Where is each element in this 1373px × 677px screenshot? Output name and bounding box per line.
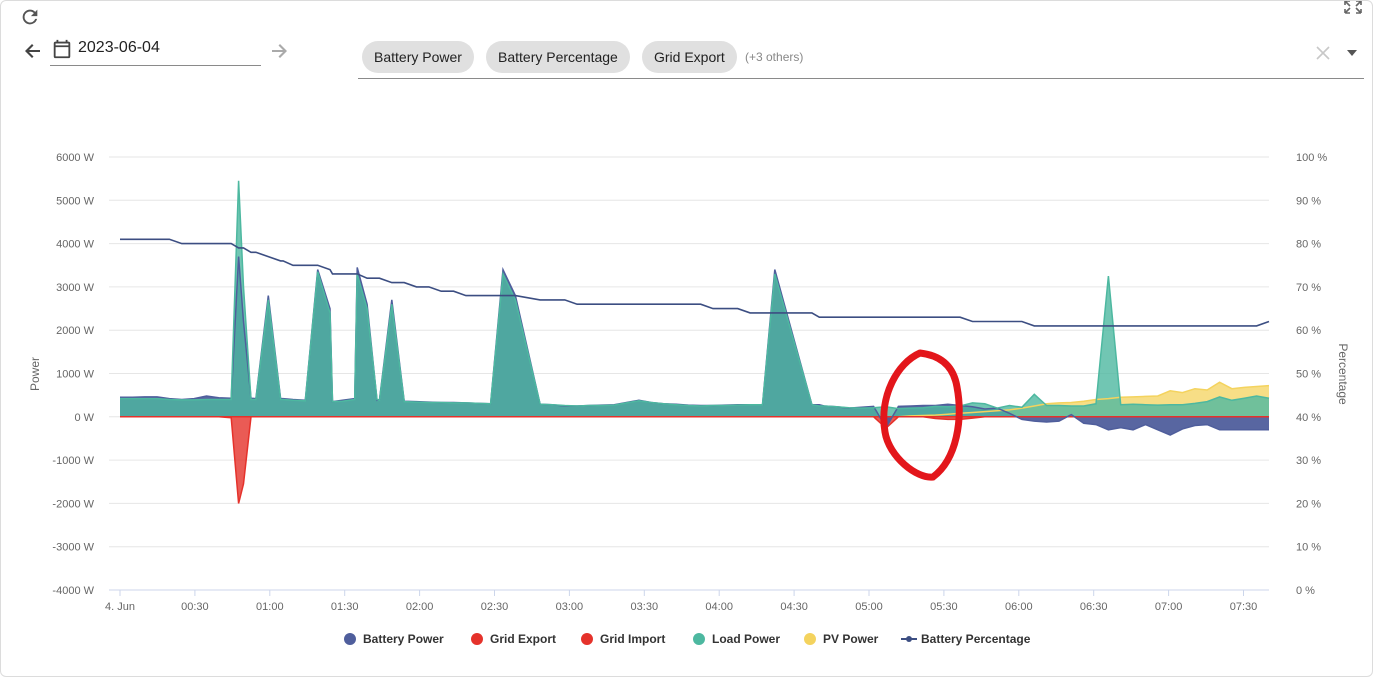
x-tick-label: 07:00 (1155, 601, 1183, 613)
legend-item-pv-power: PV Power (804, 632, 879, 646)
y-tick-label: 6000 W (56, 152, 95, 164)
legend-dot-marker (804, 633, 816, 645)
x-tick-label: 05:00 (855, 601, 883, 613)
x-tick-label: 02:00 (406, 601, 434, 613)
x-tick-label: 02:30 (481, 601, 509, 613)
x-tick-label: 05:30 (930, 601, 958, 613)
y2-tick-label: 80 % (1296, 239, 1321, 251)
y2-tick-label: 60 % (1296, 325, 1321, 337)
annotation-circle (880, 349, 963, 481)
grid-lines (109, 156, 1269, 591)
x-tick-label: 06:30 (1080, 601, 1108, 613)
y-tick-label: -4000 W (52, 585, 94, 597)
x-tick-label: 04:30 (780, 601, 808, 613)
y-tick-label: 5000 W (56, 195, 95, 207)
x-tick-label: 01:00 (256, 601, 284, 613)
y-tick-label: 1000 W (56, 369, 95, 381)
y2-tick-label: 40 % (1296, 412, 1321, 424)
line-battery-percentage (120, 238, 1270, 327)
line-series (120, 180, 1270, 504)
x-tick-label: 06:00 (1005, 601, 1033, 613)
area-series (120, 180, 1269, 504)
y-axis-label: Power (28, 357, 42, 391)
y-tick-label: 0 W (74, 412, 94, 424)
legend-label: Load Power (712, 632, 780, 646)
legend-item-grid-export: Grid Export (471, 632, 556, 646)
legend-item-load-power: Load Power (693, 632, 780, 646)
y-tick-label: 4000 W (56, 239, 95, 251)
legend-label: PV Power (823, 632, 879, 646)
y2-tick-label: 70 % (1296, 282, 1321, 294)
legend-label: Grid Import (600, 632, 665, 646)
y2-tick-label: 50 % (1296, 369, 1321, 381)
y2-axis-label: Percentage (1336, 343, 1350, 405)
line-load-power (120, 180, 1270, 410)
chart-panel: 2023-06-04 Battery Power Battery Percent… (0, 0, 1373, 677)
legend-label: Battery Percentage (921, 632, 1031, 646)
x-tick-label: 03:30 (631, 601, 659, 613)
y2-tick-label: 30 % (1296, 455, 1321, 467)
x-tick-label: 07:30 (1230, 601, 1258, 613)
x-tick-label: 04:00 (705, 601, 733, 613)
x-tick-label: 01:30 (331, 601, 359, 613)
legend-dot-marker (906, 636, 912, 642)
y2-tick-label: 10 % (1296, 542, 1321, 554)
legend-item-battery-power: Battery Power (344, 632, 444, 646)
area-load-power (120, 180, 1269, 417)
x-tick-label: 4. Jun (105, 601, 135, 613)
y2-tick-label: 0 % (1296, 585, 1315, 597)
legend-dot-marker (693, 633, 705, 645)
y-tick-label: 2000 W (56, 325, 95, 337)
x-tick-label: 03:00 (556, 601, 584, 613)
x-tick-label: 00:30 (181, 601, 209, 613)
legend: Battery Power Grid Export Grid Import Load … (344, 632, 1031, 646)
y2-tick-label: 20 % (1296, 498, 1321, 510)
y-tick-label: -2000 W (52, 498, 94, 510)
legend-label: Grid Export (490, 632, 556, 646)
y-tick-label: -1000 W (52, 455, 94, 467)
legend-dot-marker (344, 633, 356, 645)
legend-dot-marker (581, 633, 593, 645)
legend-item-battery-percentage: Battery Percentage (901, 632, 1031, 646)
y2-tick-label: 90 % (1296, 195, 1321, 207)
y-tick-label: -3000 W (52, 542, 94, 554)
legend-dot-marker (471, 633, 483, 645)
y-tick-label: 3000 W (56, 282, 95, 294)
legend-label: Battery Power (363, 632, 444, 646)
legend-item-grid-import: Grid Import (581, 632, 665, 646)
axes: Power Percentage 6000 W 100 % 5000 W 90 % 40… (28, 152, 1350, 613)
power-chart: Power Percentage 6000 W 100 % 5000 W 90 % 40… (28, 152, 1350, 646)
y2-tick-label: 100 % (1296, 152, 1327, 164)
